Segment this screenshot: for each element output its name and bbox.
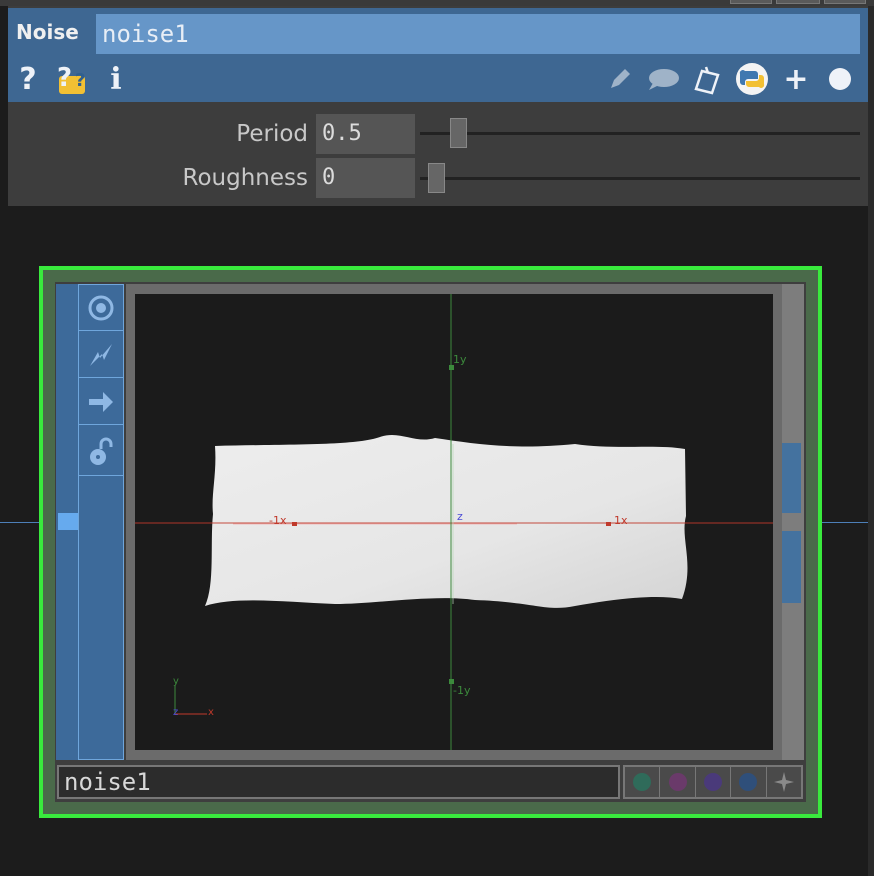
flag-dot — [739, 773, 758, 791]
roughness-slider-track[interactable] — [420, 177, 860, 180]
help-icon[interactable]: ? — [16, 62, 40, 97]
flag-button[interactable] — [731, 767, 767, 797]
gizmo-y-label: y — [173, 676, 179, 687]
axis-label-pos-y: 1y — [453, 353, 467, 366]
axis-label-neg-x: -1x — [269, 514, 287, 527]
window-button[interactable] — [824, 0, 866, 4]
node-name-label[interactable]: noise1 — [57, 765, 620, 799]
axis-label-pos-x: 1x — [614, 514, 628, 527]
flag-button[interactable] — [660, 767, 696, 797]
svg-text:?: ? — [57, 63, 72, 93]
roughness-label: Roughness — [182, 165, 308, 191]
window-button[interactable] — [776, 0, 820, 4]
roughness-field[interactable]: 0 — [316, 158, 415, 198]
info-icon[interactable]: i — [106, 62, 126, 97]
bypass-icon[interactable] — [78, 332, 124, 378]
period-label: Period — [236, 121, 308, 147]
right-edge-panel — [868, 6, 874, 876]
lock-icon[interactable] — [78, 426, 124, 476]
clone-icon[interactable] — [689, 62, 725, 96]
pin-icon — [773, 772, 794, 792]
period-field[interactable]: 0.5 — [316, 114, 415, 154]
gizmo-z-label: z — [173, 707, 178, 718]
axis-label-z: z — [457, 510, 463, 523]
3d-viewport[interactable]: 1y -1y -1x 1x z x y z — [135, 294, 773, 750]
scrollbar-handle[interactable] — [782, 531, 801, 603]
viewer-scrollbar[interactable] — [782, 284, 804, 760]
input-connector[interactable] — [58, 513, 78, 530]
flag-dot — [633, 773, 652, 791]
pin-button[interactable] — [767, 767, 801, 797]
period-slider-track[interactable] — [420, 132, 860, 135]
window-button[interactable] — [730, 0, 772, 4]
comment-icon[interactable] — [644, 62, 682, 96]
axis-label-neg-y: -1y — [453, 684, 471, 697]
scrollbar-handle[interactable] — [782, 443, 801, 513]
export-icon[interactable] — [78, 379, 124, 425]
svg-text:?: ? — [75, 70, 85, 91]
operator-type-label: Noise — [16, 20, 79, 44]
dot-icon[interactable] — [826, 62, 854, 96]
gizmo-x-label: x — [208, 707, 214, 718]
viewer-icon[interactable] — [78, 285, 124, 331]
roughness-slider-handle[interactable] — [428, 163, 446, 193]
flag-dot — [668, 773, 687, 791]
tick-neg-x — [292, 522, 297, 526]
python-help-icon[interactable]: ? ? — [53, 62, 91, 96]
tick-pos-x — [606, 522, 611, 526]
edit-icon[interactable] — [604, 62, 636, 96]
operator-name-field[interactable]: noise1 — [96, 14, 860, 54]
period-slider-handle[interactable] — [449, 118, 467, 148]
add-icon[interactable]: + — [781, 62, 811, 97]
flag-button[interactable] — [625, 767, 661, 797]
python-icon[interactable] — [734, 62, 770, 96]
flag-button[interactable] — [696, 767, 732, 797]
flag-dot — [704, 773, 723, 791]
node-flags — [623, 765, 803, 799]
